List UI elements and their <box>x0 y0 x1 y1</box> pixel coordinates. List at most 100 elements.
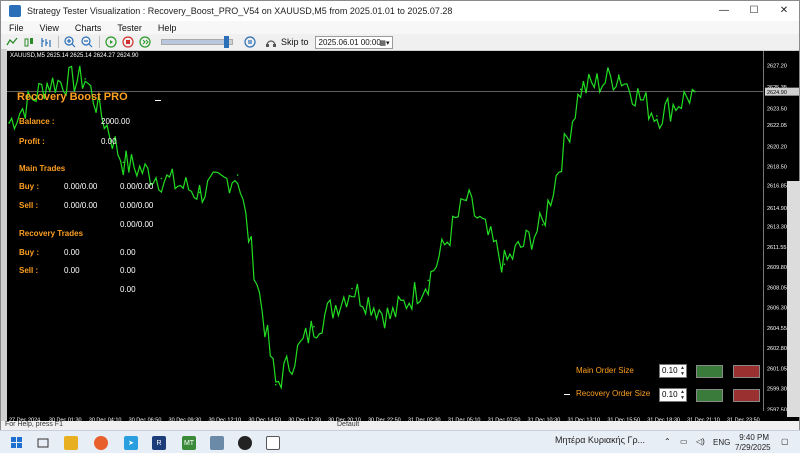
telegram-icon[interactable]: ➤ <box>124 436 138 450</box>
profit-value: 0.00 <box>101 137 117 146</box>
notes-icon[interactable] <box>210 436 224 450</box>
chart-shift-icon[interactable] <box>5 36 18 49</box>
clock[interactable]: 9:40 PM 7/29/2025 <box>735 433 771 453</box>
speed-slider[interactable] <box>161 36 233 48</box>
close-button[interactable]: ✕ <box>769 1 799 21</box>
stop-icon[interactable] <box>121 36 134 49</box>
balance-label: Balance : <box>19 117 55 126</box>
recovery-order-sell-button[interactable] <box>733 389 760 402</box>
recovery-order-buy-button[interactable] <box>696 389 723 402</box>
menu-view[interactable]: View <box>32 23 67 33</box>
main-sell-label: Sell : <box>19 201 39 210</box>
menu-tester[interactable]: Tester <box>109 23 150 33</box>
window-title: Strategy Tester Visualization : Recovery… <box>27 6 453 16</box>
main-total: 0.00/0.00 <box>120 220 154 229</box>
recovery-dash-marker <box>564 394 570 395</box>
profit-label: Profit : <box>19 137 45 146</box>
rec-buy-pl: 0.00 <box>120 248 136 257</box>
recovery-trades-heading: Recovery Trades <box>19 229 84 238</box>
toolbar-separator <box>99 36 100 48</box>
balance-value: 2000.00 <box>101 117 130 126</box>
price-chart[interactable]: XAUUSD,M5 2625.14 2625.14 2624.27 2624.9… <box>7 51 763 411</box>
obs-icon[interactable] <box>238 436 252 450</box>
price-point <box>46 82 48 85</box>
price-tick-label: 2613.30 <box>767 224 787 230</box>
panel-title: Recovery Boost PRO <box>17 91 128 103</box>
zoom-out-icon[interactable] <box>80 36 93 49</box>
candles-icon[interactable] <box>22 36 35 49</box>
price-point <box>694 90 696 93</box>
toolbar: Skip to 2025.06.01 00:00 ▦▾ <box>1 34 799 51</box>
main-buy-lots: 0.00/0.00 <box>64 182 98 191</box>
clock-date: 7/29/2025 <box>735 443 771 452</box>
skip-date-value: 2025.06.01 00:00 <box>318 37 381 47</box>
notifications-icon[interactable]: ▢ <box>781 437 789 446</box>
calendar-dropdown-icon[interactable]: ▦▾ <box>379 38 389 49</box>
pause-icon[interactable] <box>243 36 256 49</box>
price-tick-label: 2608.05 <box>767 285 787 291</box>
taskbar: ➤ R MT Μητέρα Κυριακής Γρ... ⌃ ▭ ◁) ENG … <box>0 430 800 453</box>
price-point <box>198 191 201 194</box>
main-order-size-input[interactable]: 0.10 ▲ ▼ <box>659 364 687 378</box>
metatrader-icon[interactable]: MT <box>182 436 196 450</box>
menu-file[interactable]: File <box>1 23 32 33</box>
price-tick-label: 2620.20 <box>767 145 787 151</box>
step-forward-icon[interactable] <box>138 36 151 49</box>
main-sell-pl: 0.00/0.00 <box>120 201 154 210</box>
main-order-size-value: 0.10 <box>662 366 678 375</box>
price-tick-label: 2601.05 <box>767 366 787 372</box>
main-sell-lots: 0.00/0.00 <box>64 201 98 210</box>
price-point <box>351 287 353 290</box>
price-point <box>122 161 125 164</box>
firefox-icon[interactable] <box>94 436 108 450</box>
menu-charts[interactable]: Charts <box>67 23 110 33</box>
speed-slider-fill <box>162 40 226 44</box>
price-point <box>160 177 163 180</box>
bar-chart-icon[interactable] <box>39 36 52 49</box>
price-tick-label: 2609.80 <box>767 265 787 271</box>
price-point <box>465 198 468 201</box>
price-tick-label: 2604.55 <box>767 326 787 332</box>
tray-expand-icon[interactable]: ⌃ <box>664 437 671 446</box>
language-indicator[interactable]: ENG <box>713 438 730 447</box>
price-line-chart <box>7 65 763 391</box>
zoom-in-icon[interactable] <box>63 36 76 49</box>
rec-buy-lots: 0.00 <box>64 248 80 257</box>
main-trades-heading: Main Trades <box>19 164 66 173</box>
task-view-icon[interactable] <box>36 436 50 450</box>
app-r-icon[interactable]: R <box>152 436 166 450</box>
play-icon[interactable] <box>104 36 117 49</box>
rec-buy-label: Buy : <box>19 248 39 257</box>
file-explorer-icon[interactable] <box>64 436 78 450</box>
minimize-button[interactable]: — <box>709 1 739 21</box>
time-scale-ticks: 27 Dec 2024 30 Dec 01:30 30 Dec 04:10 30 De… <box>9 418 760 422</box>
strategy-tester-window: Strategy Tester Visualization : Recovery… <box>0 0 800 431</box>
price-point <box>503 263 506 266</box>
windows-start-icon[interactable] <box>10 436 24 450</box>
price-point <box>427 279 430 282</box>
skip-date-input[interactable]: 2025.06.01 00:00 ▦▾ <box>314 35 393 49</box>
spinner-arrows-icon[interactable]: ▲ ▼ <box>680 365 685 377</box>
rec-sell-pl: 0.00 <box>120 266 136 275</box>
speed-slider-thumb[interactable] <box>223 36 229 48</box>
price-tick-label: 2618.50 <box>767 164 787 170</box>
price-point <box>84 78 87 80</box>
rec-sell-label: Sell : <box>19 266 39 275</box>
main-order-buy-button[interactable] <box>696 365 723 378</box>
recovery-order-size-value: 0.10 <box>662 390 678 399</box>
menu-help[interactable]: Help <box>150 23 185 33</box>
maximize-button[interactable]: ☐ <box>739 1 769 21</box>
window-icon[interactable] <box>266 436 280 450</box>
network-icon[interactable]: ▭ <box>680 437 688 446</box>
price-tick-label: 2602.80 <box>767 346 787 352</box>
price-tick-label: 2606.30 <box>767 306 787 312</box>
recovery-order-size-input[interactable]: 0.10 ▲ ▼ <box>659 388 687 402</box>
price-point <box>313 325 315 328</box>
spinner-arrows-icon[interactable]: ▲ ▼ <box>680 389 685 401</box>
main-order-sell-button[interactable] <box>733 365 760 378</box>
volume-icon[interactable]: ◁) <box>696 437 705 446</box>
news-widget[interactable]: Μητέρα Κυριακής Γρ... <box>555 435 645 445</box>
panel-minimize-icon[interactable] <box>155 100 161 101</box>
skip-to-icon[interactable] <box>264 36 277 49</box>
price-tick-label: 2599.30 <box>767 387 787 393</box>
